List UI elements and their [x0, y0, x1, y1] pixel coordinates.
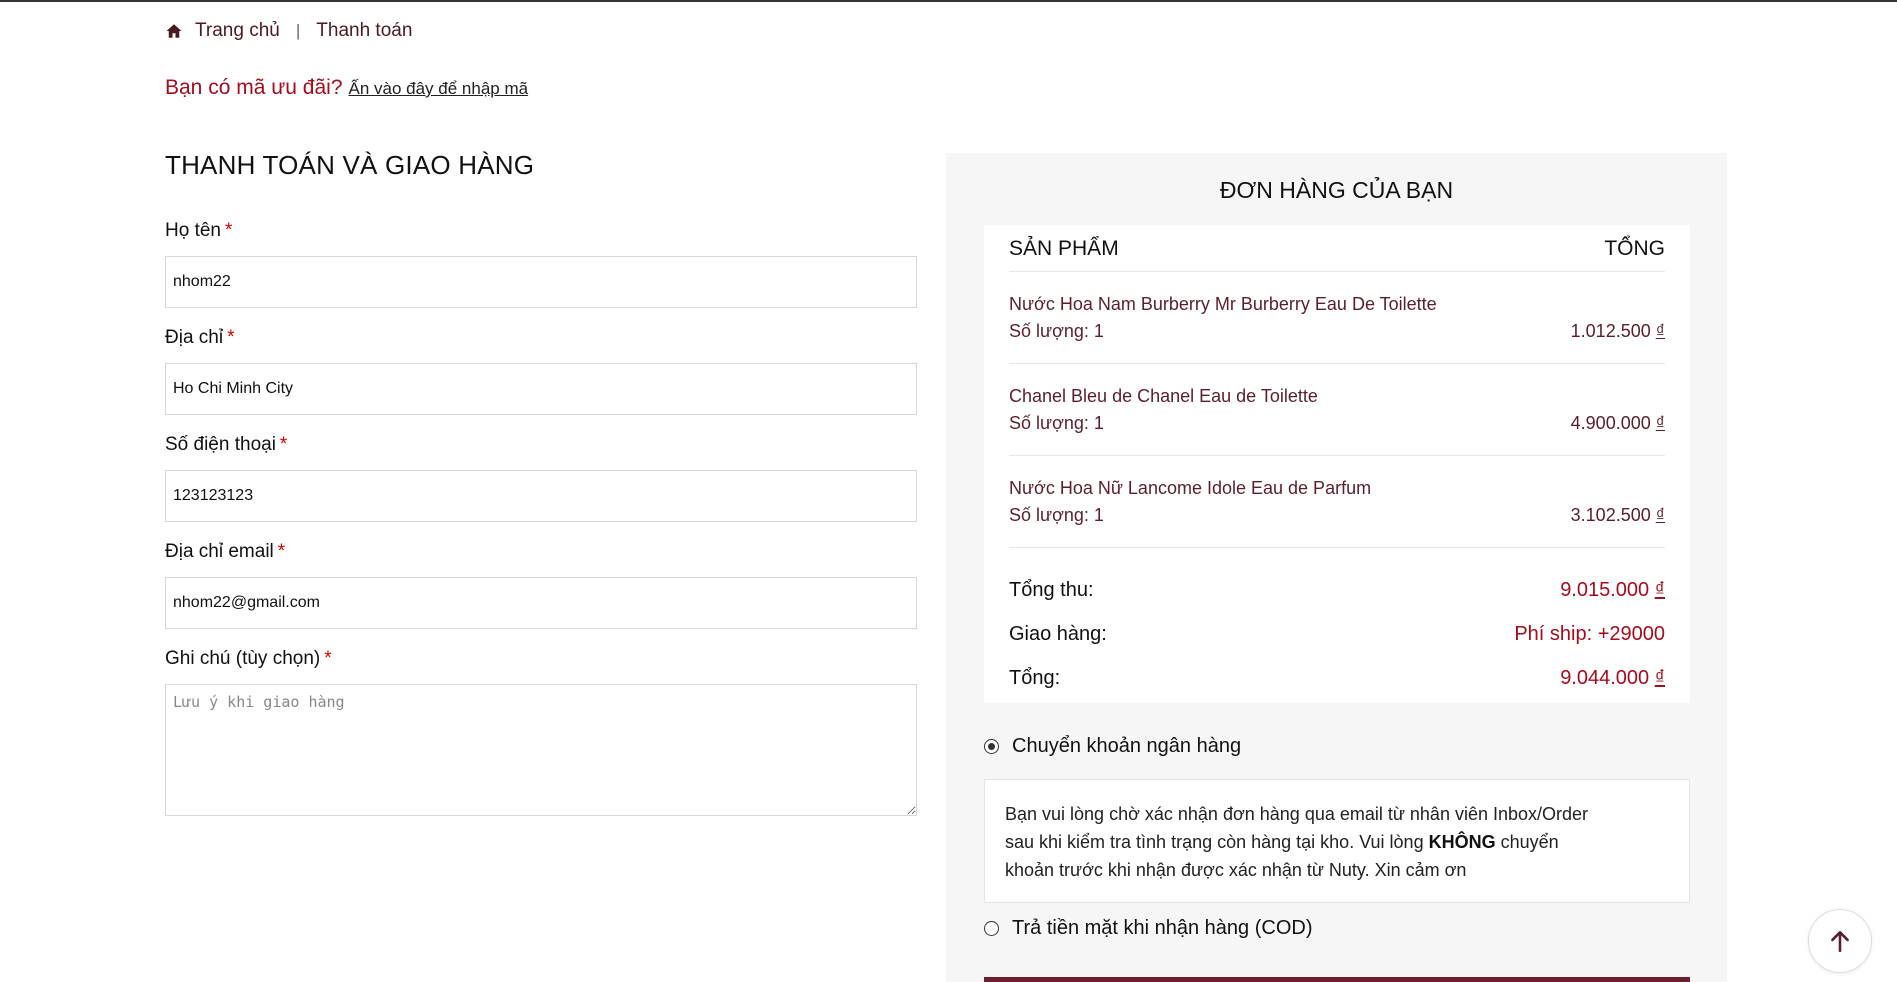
required-mark: *: [279, 434, 288, 455]
phone-field-group: Số điện thoại *: [165, 434, 917, 522]
coupon-question: Bạn có mã ưu đãi?: [165, 76, 343, 99]
billing-section: THANH TOÁN VÀ GIAO HÀNG Họ tên* Địa chỉ*…: [165, 150, 917, 816]
order-table-header: SẢN PHẨM TỔNG: [1009, 225, 1665, 272]
col-total-header: TỔNG: [1604, 237, 1665, 260]
radio-selected-dot: [988, 743, 995, 750]
cod-radio[interactable]: [984, 921, 999, 936]
order-item-price: 1.012.500 ₫: [1570, 321, 1665, 341]
scroll-to-top-button[interactable]: [1808, 909, 1872, 973]
email-label: Địa chỉ email *: [165, 541, 286, 562]
order-item: Nước Hoa Nam Burberry Mr Burberry Eau De…: [1009, 272, 1665, 364]
address-label: Địa chỉ *: [165, 327, 235, 348]
order-title: ĐƠN HÀNG CỦA BẠN: [1219, 177, 1454, 203]
order-item: Chanel Bleu de Chanel Eau de Toilette Số…: [1009, 364, 1665, 456]
name-input[interactable]: [165, 256, 917, 308]
order-item-name[interactable]: Nước Hoa Nữ Lancome Idole Eau de Parfum: [1009, 478, 1665, 499]
email-input[interactable]: [165, 577, 917, 629]
phone-label: Số điện thoại *: [165, 434, 288, 455]
required-mark: *: [324, 648, 332, 669]
coupon-notice: Bạn có mã ưu đãi? Ấn vào đây để nhập mã: [165, 76, 528, 100]
required-mark: *: [277, 541, 286, 562]
note-field-group: Ghi chú (tùy chọn) *: [165, 648, 917, 816]
billing-title: THANH TOÁN VÀ GIAO HÀNG: [165, 150, 535, 180]
shipping-label: Giao hàng:: [1009, 622, 1107, 645]
total-label: Tổng:: [1009, 666, 1061, 689]
order-item-qty: Số lượng: 1: [1009, 321, 1104, 341]
total-value: 9.044.000 ₫: [1560, 666, 1665, 689]
shipping-value: Phí ship: +29000: [1514, 622, 1665, 645]
note-label: Ghi chú (tùy chọn) *: [165, 648, 332, 669]
note-textarea[interactable]: [165, 684, 917, 816]
breadcrumb-home-link[interactable]: Trang chủ: [195, 20, 280, 42]
top-border: [0, 0, 1897, 2]
order-item-name[interactable]: Chanel Bleu de Chanel Eau de Toilette: [1009, 386, 1665, 407]
required-mark: *: [227, 327, 235, 348]
name-label: Họ tên *: [165, 220, 233, 241]
address-field-group: Địa chỉ *: [165, 327, 917, 415]
total-row: Tổng: 9.044.000 ₫: [1009, 656, 1665, 700]
order-table: SẢN PHẨM TỔNG Nước Hoa Nam Burberry Mr B…: [984, 225, 1690, 703]
bank-transfer-label[interactable]: Chuyển khoản ngân hàng: [1012, 735, 1241, 758]
coupon-enter-link[interactable]: Ấn vào đây để nhập mã: [349, 79, 529, 99]
order-item-qty: Số lượng: 1: [1009, 505, 1104, 525]
place-order-button-edge[interactable]: [984, 977, 1690, 982]
order-item-name[interactable]: Nước Hoa Nam Burberry Mr Burberry Eau De…: [1009, 294, 1665, 315]
breadcrumb-current: Thanh toán: [316, 20, 413, 41]
name-field-group: Họ tên *: [165, 220, 917, 308]
col-product-header: SẢN PHẨM: [1009, 237, 1119, 260]
order-item: Nước Hoa Nữ Lancome Idole Eau de Parfum …: [1009, 456, 1665, 548]
address-input[interactable]: [165, 363, 917, 415]
phone-input[interactable]: [165, 470, 917, 522]
breadcrumb: Trang chủ | Thanh toán: [165, 20, 412, 42]
arrow-up-icon: [1831, 931, 1849, 953]
bank-transfer-radio[interactable]: [984, 739, 999, 754]
order-totals: Tổng thu: 9.015.000 ₫ Giao hàng: Phí shi…: [1009, 548, 1665, 700]
order-summary-panel: ĐƠN HÀNG CỦA BẠN SẢN PHẨM TỔNG Nước Hoa …: [946, 153, 1727, 982]
home-icon[interactable]: [165, 22, 183, 40]
email-field-group: Địa chỉ email *: [165, 541, 917, 629]
subtotal-label: Tổng thu:: [1009, 578, 1094, 601]
cod-label[interactable]: Trả tiền mặt khi nhận hàng (COD): [1012, 917, 1313, 940]
emphasis-text: KHÔNG: [1428, 832, 1496, 852]
order-item-price: 3.102.500 ₫: [1570, 505, 1665, 525]
payment-option-cod[interactable]: Trả tiền mặt khi nhận hàng (COD): [984, 917, 1690, 940]
bank-transfer-description: Bạn vui lòng chờ xác nhận đơn hàng qua e…: [984, 779, 1690, 903]
order-item-price: 4.900.000 ₫: [1570, 413, 1665, 433]
subtotal-row: Tổng thu: 9.015.000 ₫: [1009, 568, 1665, 612]
breadcrumb-separator: |: [295, 21, 301, 40]
payment-option-bank-transfer[interactable]: Chuyển khoản ngân hàng: [984, 735, 1690, 758]
shipping-row: Giao hàng: Phí ship: +29000: [1009, 612, 1665, 656]
subtotal-value: 9.015.000 ₫: [1560, 578, 1665, 601]
required-mark: *: [224, 220, 233, 241]
order-item-qty: Số lượng: 1: [1009, 413, 1104, 433]
